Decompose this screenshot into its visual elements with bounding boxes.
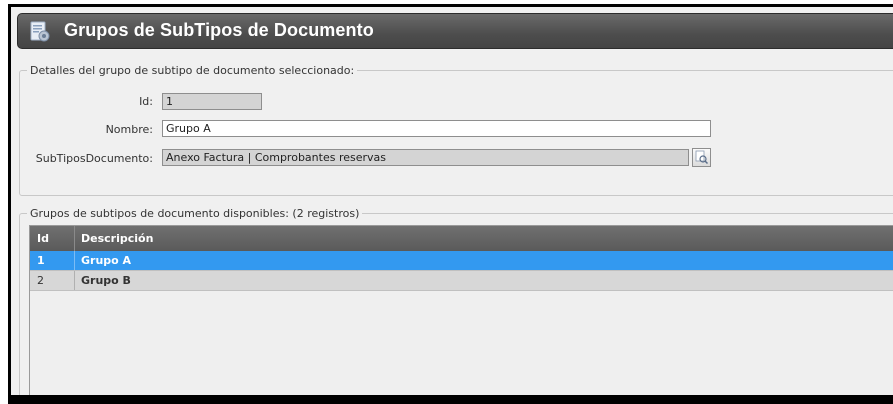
cell-separator <box>74 271 75 290</box>
list-legend: Grupos de subtipos de documento disponib… <box>27 207 363 220</box>
cell-id: 2 <box>37 274 44 287</box>
cell-descripcion: Grupo A <box>81 254 132 267</box>
nombre-field[interactable]: Grupo A <box>162 120 711 137</box>
column-separator <box>74 226 75 251</box>
data-grid: Id Descripción 1 Grupo A 2 Grupo B <box>29 225 893 395</box>
id-label: Id: <box>139 95 153 108</box>
main-window: Grupos de SubTipos de Documento Detalles… <box>11 7 893 395</box>
subtipos-field[interactable]: Anexo Factura | Comprobantes reservas <box>162 149 689 166</box>
title-bar: Grupos de SubTipos de Documento <box>17 13 893 49</box>
cell-separator <box>74 251 75 270</box>
cell-id: 1 <box>37 254 45 267</box>
nombre-label: Nombre: <box>105 123 153 136</box>
subtipos-picker-button[interactable] <box>692 148 711 167</box>
cell-descripcion: Grupo B <box>81 274 131 287</box>
column-header-id[interactable]: Id <box>37 232 49 245</box>
document-gear-icon <box>29 21 51 43</box>
search-list-icon <box>693 150 710 169</box>
subtipos-label: SubTiposDocumento: <box>35 152 153 165</box>
id-field[interactable]: 1 <box>162 93 262 110</box>
window-title: Grupos de SubTipos de Documento <box>64 20 374 40</box>
column-header-descripcion[interactable]: Descripción <box>81 232 153 245</box>
grid-header: Id Descripción <box>30 226 893 251</box>
table-row[interactable]: 1 Grupo A <box>30 251 893 271</box>
details-legend: Detalles del grupo de subtipo de documen… <box>27 64 358 77</box>
table-row[interactable]: 2 Grupo B <box>30 271 893 291</box>
